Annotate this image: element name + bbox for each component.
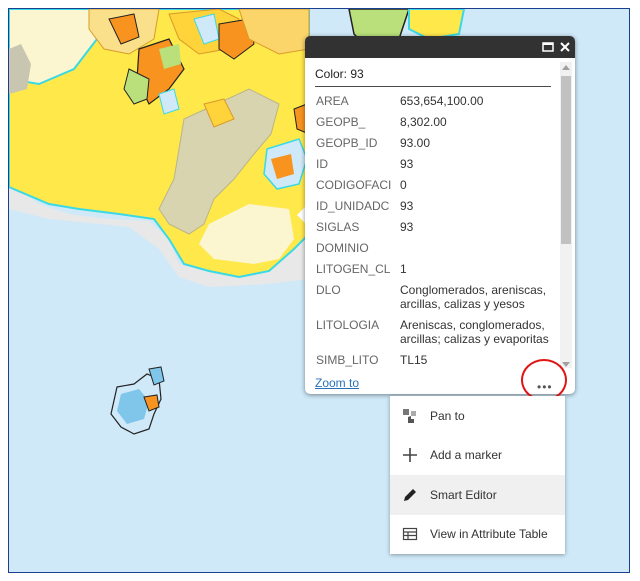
attribute-row: ID_UNIDADC 93 [316,199,556,213]
menu-item-label: Add a marker [430,448,503,462]
attribute-row: ID 93 [316,157,556,171]
attribute-row: DOMINIO [316,241,556,255]
attribute-key: DLO [316,283,341,297]
attribute-value [400,241,556,255]
attribute-row: GEOPB_ID 93.00 [316,136,556,150]
attribute-row: CODIGOFACI 0 [316,178,556,192]
attribute-row: SIMB_LITO TL15 [316,353,556,367]
menu-item-label: Smart Editor [430,488,497,502]
attribute-value: Areniscas, conglomerados, arcillas; cali… [400,318,549,346]
attribute-row: SIGLAS 93 [316,220,556,234]
attribute-key: AREA [316,94,349,108]
menu-item-label: Pan to [430,409,465,423]
attribute-value: 1 [400,262,407,276]
highlight-circle [521,359,567,401]
menu-item-label: View in Attribute Table [430,527,548,541]
menu-item-smart-editor[interactable]: Smart Editor [390,475,565,515]
attribute-key: LITOLOGIA [316,318,380,332]
attribute-key: SIGLAS [316,220,360,234]
attribute-value: 93.00 [400,136,431,150]
table-icon [401,525,419,543]
attribute-value: 8,302.00 [400,115,447,129]
attribute-key: CODIGOFACI [316,178,392,192]
maximize-icon[interactable] [540,39,556,55]
scrollbar-thumb[interactable] [561,76,571,244]
attribute-value: Conglomerados, areniscas, arcillas, cali… [400,283,547,311]
pencil-icon [401,486,419,504]
popup-titlebar [305,36,575,58]
menu-item-add-marker[interactable]: Add a marker [390,435,565,475]
popup-title: Color: 93 [315,67,364,81]
attribute-key: SIMB_LITO [316,353,379,367]
feature-popup: Color: 93 AREA 653,654,100.00 GEOPB_ 8,302… [305,36,575,394]
menu-item-view-attribute-table[interactable]: View in Attribute Table [390,514,565,554]
scroll-down-icon[interactable] [562,362,570,367]
plus-icon [401,446,419,464]
attribute-value: 0 [400,178,407,192]
actions-menu: Pan to Add a marker Smart Editor View in… [390,396,565,554]
attribute-key: DOMINIO [316,241,369,255]
attribute-value: 93 [400,157,414,171]
attribute-row: GEOPB_ 8,302.00 [316,115,556,129]
menu-item-pan-to[interactable]: Pan to [390,396,565,436]
attribute-key: GEOPB_ [316,115,366,129]
attribute-key: GEOPB_ID [316,136,378,150]
attribute-table: AREA 653,654,100.00 GEOPB_ 8,302.00 GEOPB_… [316,94,556,374]
close-icon[interactable] [557,39,573,55]
attribute-key: ID_UNIDADC [316,199,390,213]
attribute-value: 653,654,100.00 [400,94,484,108]
popup-divider [315,86,551,87]
attribute-value: 93 [400,199,414,213]
scroll-up-icon[interactable] [562,65,570,70]
attribute-value: 93 [400,220,414,234]
pan-icon [401,407,419,425]
attribute-key: LITOGEN_CL [316,262,391,276]
zoom-to-link[interactable]: Zoom to [315,376,359,390]
attribute-key: ID [316,157,328,171]
attribute-row: LITOLOGIA Areniscas, conglomerados, arcil… [316,318,556,346]
attribute-row: DLO Conglomerados, areniscas, arcillas, c… [316,283,556,311]
attribute-row: AREA 653,654,100.00 [316,94,556,108]
attribute-row: LITOGEN_CL 1 [316,262,556,276]
